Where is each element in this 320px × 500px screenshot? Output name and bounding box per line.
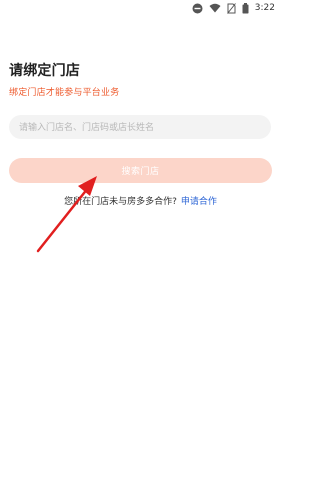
status-time: 3:22	[254, 3, 275, 13]
status-icons: 3:22	[192, 2, 275, 14]
apply-cooperation-link[interactable]: 申请合作	[181, 197, 217, 207]
search-box[interactable]	[9, 115, 271, 140]
dnd-icon	[192, 3, 203, 14]
search-store-button-label: 搜索门店	[121, 167, 160, 177]
search-input[interactable]	[9, 116, 271, 140]
wifi-icon	[209, 3, 221, 13]
cooperation-prompt: 您所在门店未与房多多合作? 申请合作	[0, 194, 281, 207]
page-title: 请绑定门店	[9, 63, 80, 79]
page-subtitle: 绑定门店才能参与平台业务	[9, 88, 120, 98]
status-bar: 3:22	[0, 0, 281, 16]
battery-icon	[242, 2, 249, 14]
search-store-button[interactable]: 搜索门店	[9, 158, 272, 183]
cooperation-question: 您所在门店未与房多多合作?	[64, 197, 177, 207]
no-sim-icon	[226, 2, 236, 14]
